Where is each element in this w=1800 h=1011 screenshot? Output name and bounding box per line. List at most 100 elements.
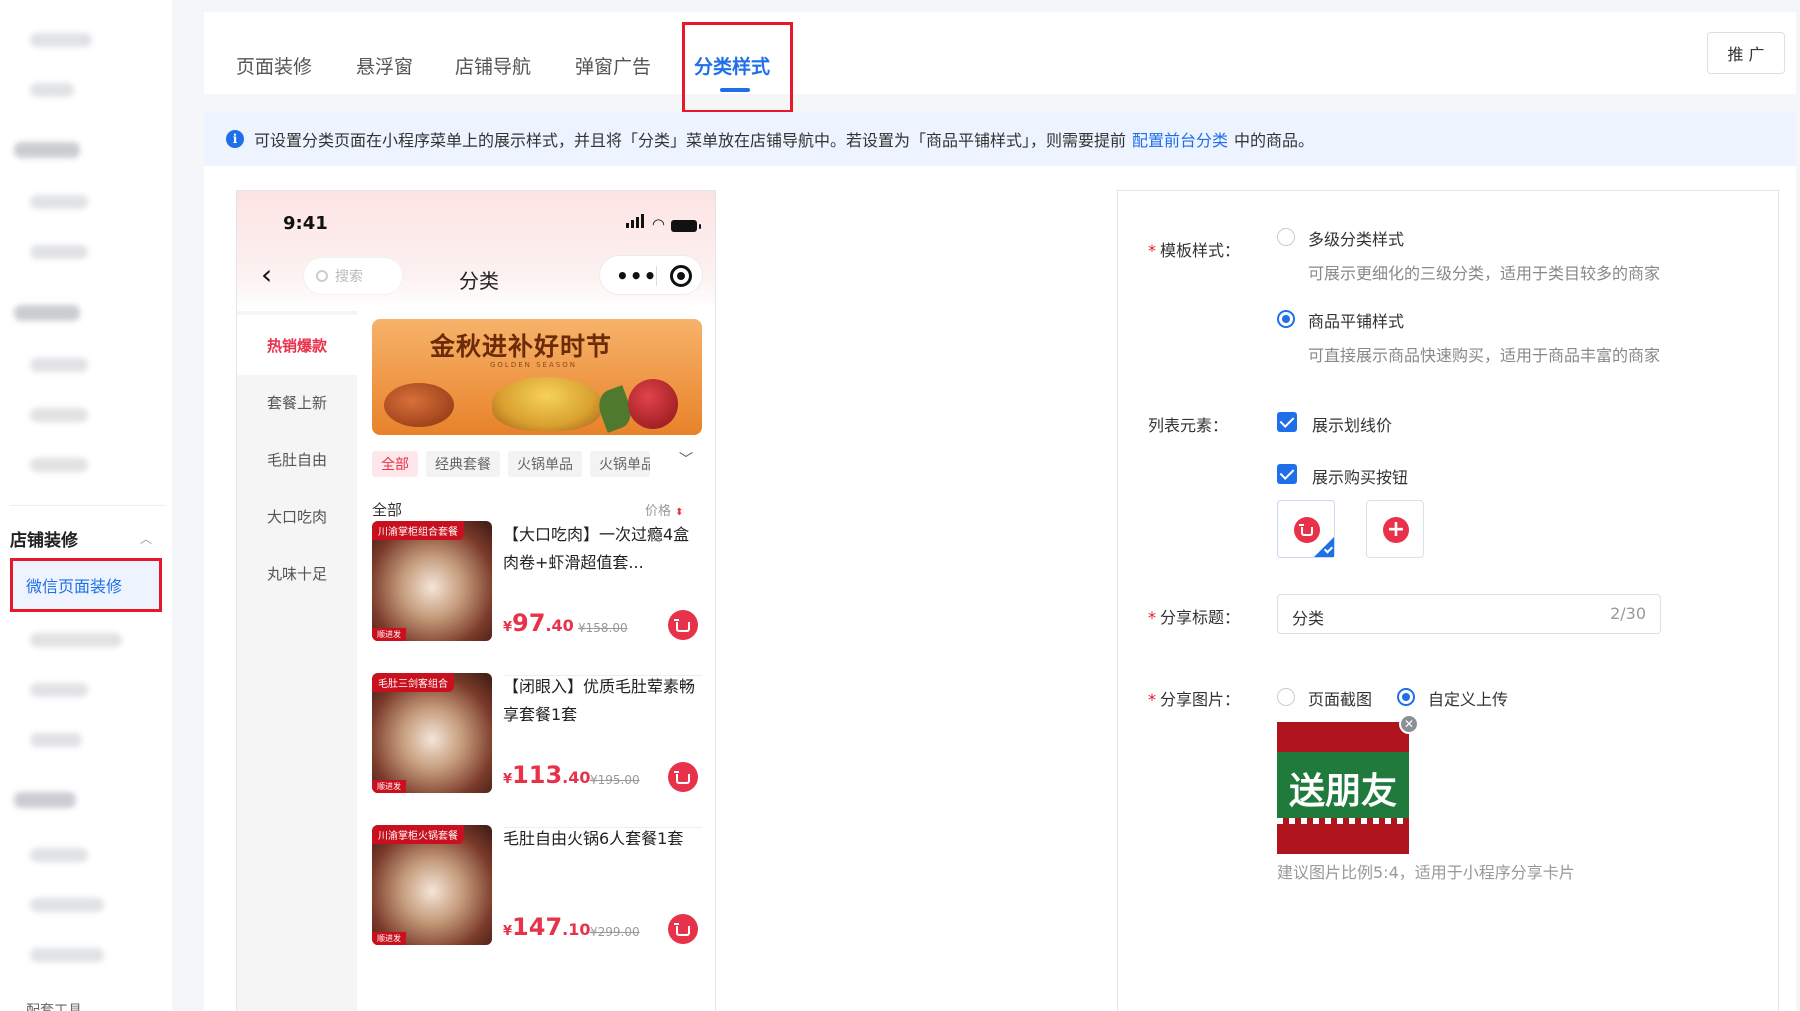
share-image-preview[interactable]: 送朋友 bbox=[1277, 722, 1409, 854]
category-item[interactable]: 丸味十足 bbox=[237, 543, 357, 603]
banner-crab-image bbox=[384, 383, 454, 427]
radio-custom-upload-label[interactable]: 自定义上传 bbox=[1428, 686, 1508, 710]
radio-multilevel[interactable] bbox=[1277, 228, 1295, 246]
remove-image-icon[interactable]: ✕ bbox=[1399, 714, 1419, 734]
checkbox-buy-button-label[interactable]: 展示购买按钮 bbox=[1312, 464, 1408, 488]
promote-button[interactable]: 推 广 bbox=[1707, 32, 1785, 74]
category-item[interactable]: 毛肚自由 bbox=[237, 429, 357, 489]
product-card[interactable]: 毛肚三剑客组合 顺进发 【闭眼入】优质毛肚荤素畅享套餐1套 ¥113.40 ¥1… bbox=[372, 673, 702, 833]
product-original-price: ¥195.00 bbox=[590, 773, 640, 787]
chip[interactable]: 火锅单品 bbox=[590, 451, 650, 477]
sidebar-group-blurred[interactable] bbox=[14, 792, 76, 808]
phone-page-title: 分类 bbox=[459, 269, 499, 293]
category-item[interactable]: 套餐上新 bbox=[237, 372, 357, 432]
price-integer: 147 bbox=[512, 913, 563, 941]
sidebar-divider bbox=[10, 505, 165, 506]
product-image-badge: 顺进发 bbox=[372, 780, 406, 793]
product-image: 毛肚三剑客组合 顺进发 bbox=[372, 673, 492, 793]
price-sort-label: 价格 bbox=[645, 504, 672, 519]
sidebar-item-blurred[interactable] bbox=[30, 948, 104, 962]
sidebar-group-blurred[interactable] bbox=[14, 142, 80, 158]
price-decimal: .40 bbox=[562, 768, 591, 787]
section-label: 全部 bbox=[372, 501, 403, 519]
checkbox-strikethrough-price-label[interactable]: 展示划线价 bbox=[1312, 412, 1392, 436]
battery-icon bbox=[671, 220, 701, 232]
product-name: 【闭眼入】优质毛肚荤素畅享套餐1套 bbox=[503, 677, 696, 724]
share-title-input[interactable]: 分类 2/30 bbox=[1277, 594, 1661, 634]
close-target-icon[interactable] bbox=[670, 265, 692, 287]
notice-text: 可设置分类页面在小程序菜单上的展示样式，并且将「分类」菜单放在店铺导航中。若设置… bbox=[254, 131, 1127, 150]
banner-subtitle: GOLDEN SEASON bbox=[490, 361, 577, 369]
cart-button[interactable] bbox=[668, 610, 698, 640]
category-sidebar: 热销爆款 套餐上新 毛肚自由 大口吃肉 丸味十足 bbox=[237, 311, 357, 1011]
product-card[interactable]: 川渝掌柜火锅套餐 顺进发 毛肚自由火锅6人套餐1套 ¥147.10 ¥299.0… bbox=[372, 825, 702, 985]
sidebar-item-blurred[interactable] bbox=[30, 245, 88, 259]
back-icon[interactable]: ‹ bbox=[261, 261, 272, 289]
chip[interactable]: 经典套餐 bbox=[426, 451, 500, 477]
phone-search-bar[interactable]: 搜索 bbox=[303, 257, 403, 295]
product-name: 【大口吃肉】一次过瘾4盒肉卷+虾滑超值套... bbox=[503, 525, 690, 572]
category-item[interactable]: 大口吃肉 bbox=[237, 486, 357, 546]
more-icon[interactable]: ••• bbox=[616, 264, 657, 288]
chip[interactable]: 火锅单品 bbox=[508, 451, 582, 477]
share-image-text: 送朋友 bbox=[1288, 770, 1397, 812]
product-name: 毛肚自由火锅6人套餐1套 bbox=[503, 829, 684, 848]
sidebar-item-blurred[interactable] bbox=[30, 408, 88, 422]
product-image-tag: 川渝掌柜组合套餐 bbox=[372, 521, 464, 540]
sidebar-item-blurred[interactable] bbox=[30, 458, 88, 472]
notice-text-end: 中的商品。 bbox=[1234, 131, 1315, 150]
chevron-up-icon[interactable]: ︿ bbox=[140, 530, 152, 547]
option-tiled-label[interactable]: 商品平铺样式 bbox=[1308, 308, 1404, 332]
subcategory-chips: 全部 经典套餐 火锅单品 火锅单品 bbox=[372, 451, 650, 477]
product-image-badge: 顺进发 bbox=[372, 628, 406, 641]
buy-button-style-cart[interactable] bbox=[1277, 500, 1335, 558]
sidebar-item-wechat-page-decoration[interactable]: 微信页面装修 bbox=[10, 558, 162, 612]
product-image-tag: 毛肚三剑客组合 bbox=[372, 673, 454, 692]
checkbox-strikethrough-price[interactable] bbox=[1277, 412, 1297, 432]
product-original-price: ¥299.00 bbox=[590, 925, 640, 939]
sidebar: 店铺装修 ︿ 微信页面装修 配套工具 bbox=[0, 0, 172, 1011]
sidebar-group-title[interactable]: 店铺装修 bbox=[10, 526, 78, 551]
share-title-counter: 2/30 bbox=[1610, 604, 1646, 623]
sidebar-item-blurred[interactable] bbox=[30, 633, 122, 647]
tab-floating-window[interactable]: 悬浮窗 bbox=[356, 52, 413, 79]
sidebar-item-tools[interactable]: 配套工具 bbox=[26, 1000, 82, 1011]
product-card[interactable]: 川渝掌柜组合套餐 顺进发 【大口吃肉】一次过瘾4盒肉卷+虾滑超值套... ¥97… bbox=[372, 521, 702, 681]
sort-icon: ⬍ bbox=[675, 507, 684, 518]
radio-page-screenshot[interactable] bbox=[1277, 688, 1295, 706]
radio-custom-upload[interactable] bbox=[1397, 688, 1415, 706]
configure-category-link[interactable]: 配置前台分类 bbox=[1132, 127, 1228, 151]
product-original-price: ¥158.00 bbox=[578, 621, 628, 635]
status-time: 9:41 bbox=[283, 213, 328, 234]
promo-banner[interactable]: 金秋进补好时节 GOLDEN SEASON bbox=[372, 319, 702, 435]
sidebar-item-blurred[interactable] bbox=[30, 683, 88, 697]
search-placeholder: 搜索 bbox=[335, 269, 363, 285]
option-tiled-desc: 可直接展示商品快速购买，适用于商品丰富的商家 bbox=[1308, 346, 1661, 365]
sidebar-item-blurred[interactable] bbox=[30, 195, 88, 209]
sidebar-group-blurred[interactable] bbox=[14, 305, 80, 321]
radio-page-screenshot-label[interactable]: 页面截图 bbox=[1308, 686, 1372, 710]
buy-button-style-plus[interactable]: + bbox=[1366, 500, 1424, 558]
sidebar-item-blurred[interactable] bbox=[30, 898, 104, 912]
tab-popup-ads[interactable]: 弹窗广告 bbox=[575, 52, 651, 79]
price-decimal: .10 bbox=[562, 920, 591, 939]
tab-page-decoration[interactable]: 页面装修 bbox=[236, 52, 312, 79]
radio-tiled[interactable] bbox=[1277, 310, 1295, 328]
sidebar-item-blurred[interactable] bbox=[30, 358, 88, 372]
plus-icon: + bbox=[1383, 517, 1409, 543]
cart-button[interactable] bbox=[668, 914, 698, 944]
chip-all[interactable]: 全部 bbox=[372, 451, 418, 477]
sidebar-item-blurred[interactable] bbox=[30, 848, 88, 862]
chevron-down-icon[interactable]: ﹀ bbox=[679, 449, 693, 469]
option-multilevel-label[interactable]: 多级分类样式 bbox=[1308, 226, 1404, 250]
sidebar-item-blurred[interactable] bbox=[30, 83, 74, 97]
checkbox-buy-button[interactable] bbox=[1277, 464, 1297, 484]
category-item[interactable]: 热销爆款 bbox=[237, 315, 357, 375]
sidebar-item-blurred[interactable] bbox=[30, 33, 92, 47]
sidebar-item-blurred[interactable] bbox=[30, 733, 82, 747]
tab-store-navigation[interactable]: 店铺导航 bbox=[455, 52, 531, 79]
price-sort[interactable]: 价格 ⬍ bbox=[645, 500, 684, 519]
phone-preview: 9:41 ◠ ‹ 搜索 分类 ••• 热销爆款 套餐上新 毛肚自由 大口吃肉 丸… bbox=[236, 190, 716, 1011]
cart-button[interactable] bbox=[668, 762, 698, 792]
banner-hotpot-image bbox=[492, 377, 602, 431]
